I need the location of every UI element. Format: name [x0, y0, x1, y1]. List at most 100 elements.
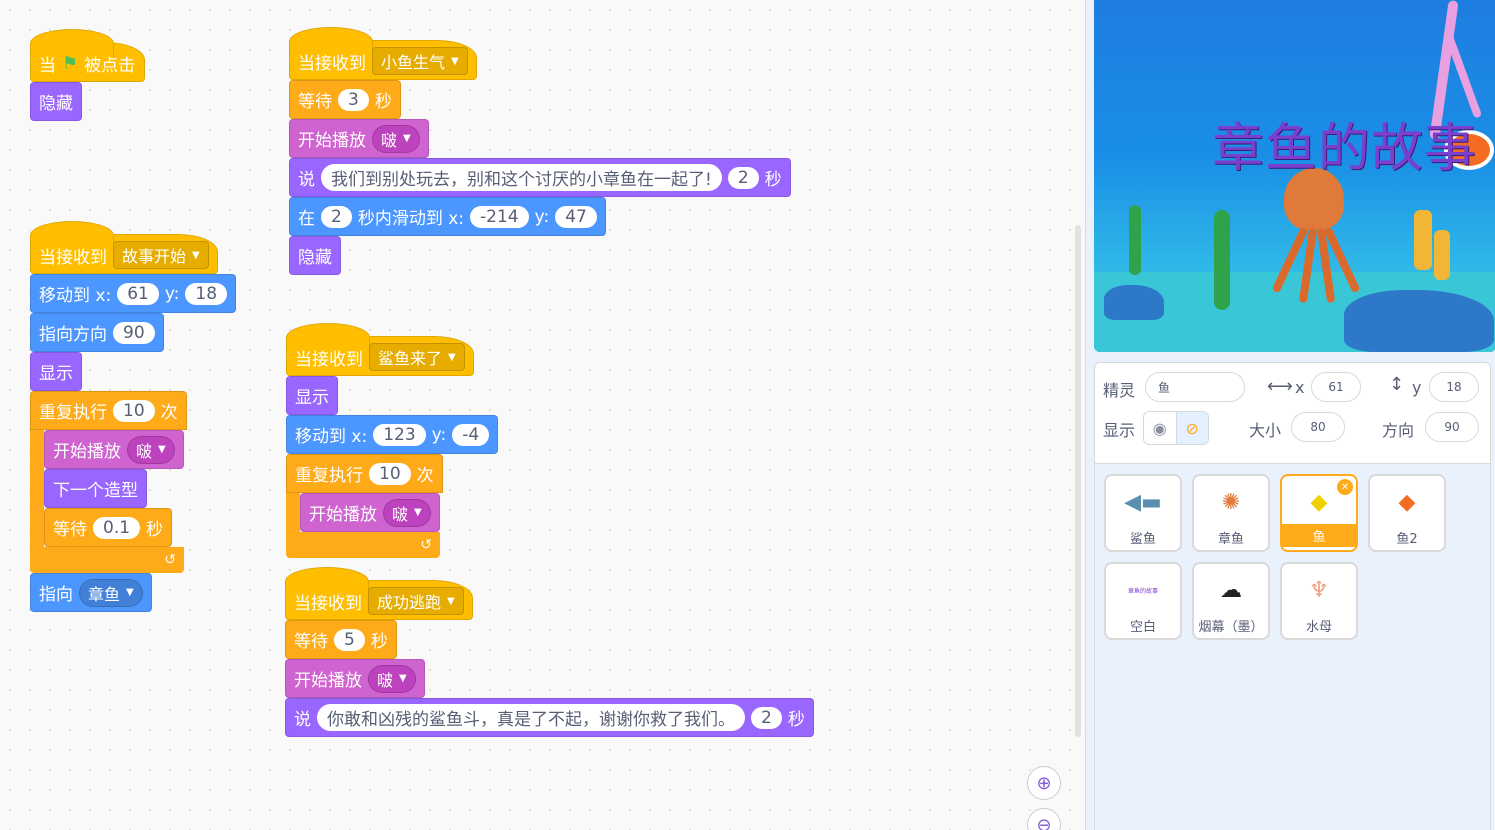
- caret-down-icon: ▼: [414, 507, 422, 518]
- wait-seconds-input[interactable]: 3: [338, 88, 369, 111]
- when-receive-block[interactable]: 当接收到 小鱼生气 ▼: [289, 27, 477, 80]
- x-input[interactable]: 61: [117, 282, 159, 305]
- sprite-name: 空白: [1129, 620, 1156, 635]
- play-sound-block[interactable]: 开始播放 啵 ▼: [289, 119, 429, 158]
- block-label: 次: [416, 466, 434, 486]
- wait-seconds-input[interactable]: 0.1: [93, 516, 141, 539]
- sprite-tile-fish2[interactable]: ◆ 鱼2: [1368, 474, 1446, 552]
- glide-seconds-input[interactable]: 2: [321, 205, 352, 228]
- play-sound-block[interactable]: 开始播放 啵 ▼: [44, 430, 184, 469]
- message-dropdown[interactable]: 鲨鱼来了 ▼: [369, 343, 465, 371]
- hide-block[interactable]: 隐藏: [289, 236, 341, 275]
- sprite-tile-blank[interactable]: 章鱼的故事 空白: [1104, 562, 1182, 640]
- repeat-block[interactable]: 重复执行 10 次 开始播放 啵 ▼ 下一个造型 等待 0.1 秒 ↺: [30, 391, 236, 573]
- say-seconds-input[interactable]: 2: [751, 706, 782, 729]
- repeat-header[interactable]: 重复执行 10 次: [30, 391, 187, 430]
- show-block[interactable]: 显示: [286, 376, 338, 415]
- block-label: 当接收到: [39, 247, 107, 268]
- say-for-secs-block[interactable]: 说 我们到别处玩去，别和这个讨厌的小章鱼在一起了! 2 秒: [289, 158, 791, 197]
- y-input[interactable]: 18: [185, 282, 228, 305]
- sprite-tile-fish[interactable]: ◆ ✕ 鱼: [1280, 474, 1358, 552]
- message-dropdown[interactable]: 成功逃跑 ▼: [368, 587, 464, 615]
- sprite-tile-shark[interactable]: ◀▬ 鲨鱼: [1104, 474, 1182, 552]
- zoom-out-button[interactable]: ⊖: [1027, 808, 1061, 830]
- goto-xy-block[interactable]: 移动到 x: 123 y: -4: [286, 415, 499, 454]
- y-input[interactable]: 18: [1429, 372, 1479, 402]
- say-for-secs-block[interactable]: 说 你敢和凶残的鲨鱼斗，真是了不起，谢谢你救了我们。 2 秒: [285, 698, 814, 737]
- wait-block[interactable]: 等待 5 秒: [285, 620, 397, 659]
- script-fish-angry[interactable]: 当接收到 小鱼生气 ▼ 等待 3 秒 开始播放 啵 ▼ 说 我们到别处玩去，别和这个…: [289, 27, 791, 275]
- hide-block[interactable]: 隐藏: [30, 82, 82, 121]
- wait-block[interactable]: 等待 3 秒: [289, 80, 401, 119]
- direction-input[interactable]: 90: [113, 321, 155, 344]
- wait-block[interactable]: 等待 0.1 秒: [44, 508, 173, 547]
- point-direction-block[interactable]: 指向方向 90: [30, 313, 164, 352]
- show-eye-button[interactable]: ◉: [1144, 412, 1176, 444]
- sound-dropdown[interactable]: 啵 ▼: [127, 435, 175, 464]
- wait-seconds-input[interactable]: 5: [334, 628, 365, 651]
- stage[interactable]: 章鱼的故事: [1094, 0, 1495, 352]
- goto-xy-block[interactable]: 移动到 x: 61 y: 18: [30, 274, 237, 313]
- block-label: 显示: [295, 388, 329, 408]
- block-label: 重复执行: [39, 403, 107, 423]
- block-label: 在: [298, 209, 315, 229]
- when-receive-block[interactable]: 当接收到 鲨鱼来了 ▼: [286, 323, 474, 376]
- sprite-name-input[interactable]: 鱼: [1145, 372, 1245, 402]
- message-dropdown[interactable]: 小鱼生气 ▼: [372, 47, 468, 75]
- visibility-toggle: ◉ ⊘: [1143, 411, 1209, 445]
- point-towards-block[interactable]: 指向 章鱼 ▼: [30, 573, 152, 612]
- next-costume-block[interactable]: 下一个造型: [44, 469, 147, 508]
- x-input[interactable]: 61: [1311, 372, 1361, 402]
- say-text-input[interactable]: 你敢和凶残的鲨鱼斗，真是了不起，谢谢你救了我们。: [317, 704, 745, 731]
- say-seconds-input[interactable]: 2: [727, 166, 759, 189]
- dropdown-value: 小鱼生气: [381, 53, 446, 72]
- dropdown-value: 鲨鱼来了: [378, 349, 443, 368]
- x-input[interactable]: -214: [470, 205, 529, 228]
- say-text-input[interactable]: 我们到别处玩去，别和这个讨厌的小章鱼在一起了!: [321, 164, 722, 191]
- sprite-tile-octopus[interactable]: ✺ 章鱼: [1192, 474, 1270, 552]
- sound-dropdown[interactable]: 啵 ▼: [372, 124, 420, 153]
- when-receive-block[interactable]: 当接收到 故事开始 ▼: [30, 221, 218, 274]
- script-green-flag[interactable]: 当 ⚑ 被点击 隐藏: [30, 29, 145, 121]
- script-escaped[interactable]: 当接收到 成功逃跑 ▼ 等待 5 秒 开始播放 啵 ▼ 说 你敢和凶残的鲨鱼斗，真是…: [285, 567, 814, 737]
- sound-dropdown[interactable]: 啵 ▼: [383, 498, 431, 527]
- show-block[interactable]: 显示: [30, 352, 82, 391]
- stage-title: 章鱼的故事: [1212, 119, 1478, 179]
- when-receive-block[interactable]: 当接收到 成功逃跑 ▼: [285, 567, 473, 620]
- direction-input[interactable]: 90: [1425, 412, 1479, 442]
- repeat-block[interactable]: 重复执行 10 次 开始播放 啵 ▼ ↺: [286, 454, 498, 558]
- size-input[interactable]: 80: [1291, 412, 1345, 442]
- target-dropdown[interactable]: 章鱼 ▼: [79, 578, 143, 607]
- repeat-count-input[interactable]: 10: [113, 399, 155, 422]
- zoom-in-button[interactable]: ⊕: [1027, 766, 1061, 800]
- block-label: 等待: [53, 520, 87, 540]
- play-sound-block[interactable]: 开始播放 啵 ▼: [285, 659, 425, 698]
- hide-eye-button[interactable]: ⊘: [1175, 412, 1208, 444]
- sound-dropdown[interactable]: 啵 ▼: [368, 664, 416, 693]
- sponge-decoration: [1434, 230, 1450, 280]
- sprite-tile-ink[interactable]: ☁ 烟幕（墨）: [1192, 562, 1270, 640]
- script-shark-coming[interactable]: 当接收到 鲨鱼来了 ▼ 显示 移动到 x: 123 y: -4 重复执行 10 次…: [286, 323, 499, 558]
- block-label: 秒内滑动到 x:: [357, 209, 465, 229]
- x-input[interactable]: 123: [373, 423, 426, 446]
- y-input[interactable]: 47: [555, 205, 597, 228]
- code-scrollbar[interactable]: [1075, 225, 1081, 737]
- delete-sprite-icon[interactable]: ✕: [1337, 479, 1353, 495]
- caret-down-icon: ▼: [448, 351, 456, 363]
- sprite-tile-jellyfish[interactable]: ♆ 水母: [1280, 562, 1358, 640]
- code-area[interactable]: 当 ⚑ 被点击 隐藏 当接收到 故事开始 ▼ 移动到 x: 61 y: 18 指向…: [0, 0, 1085, 830]
- glide-to-xy-block[interactable]: 在 2 秒内滑动到 x: -214 y: 47: [289, 197, 606, 236]
- block-label: 次: [160, 403, 178, 423]
- repeat-count-input[interactable]: 10: [369, 462, 411, 485]
- script-story-start[interactable]: 当接收到 故事开始 ▼ 移动到 x: 61 y: 18 指向方向 90 显示 重复…: [30, 221, 237, 612]
- y-input[interactable]: -4: [452, 423, 490, 446]
- message-dropdown[interactable]: 故事开始 ▼: [113, 241, 209, 269]
- play-sound-block[interactable]: 开始播放 啵 ▼: [300, 493, 440, 532]
- block-label: y:: [534, 206, 550, 227]
- block-label: 当接收到: [295, 349, 363, 370]
- when-flag-clicked-block[interactable]: 当 ⚑ 被点击: [30, 29, 145, 82]
- repeat-header[interactable]: 重复执行 10 次: [286, 454, 443, 493]
- block-label: 等待: [294, 632, 328, 652]
- sponge-decoration: [1414, 210, 1432, 270]
- caret-down-icon: ▼: [399, 673, 407, 684]
